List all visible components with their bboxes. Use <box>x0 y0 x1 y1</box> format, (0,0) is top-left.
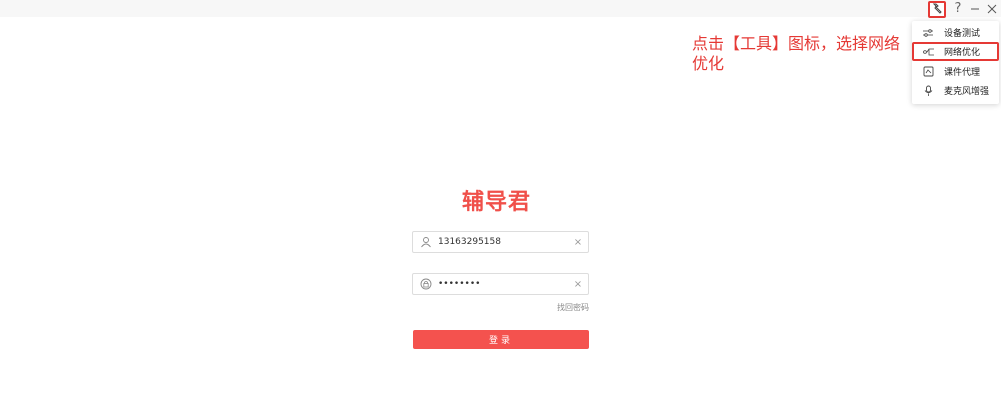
clear-username-button[interactable]: × <box>572 237 584 248</box>
menu-item-label: 麦克风增强 <box>944 87 990 97</box>
sliders-icon <box>921 26 935 40</box>
clear-password-button[interactable]: × <box>572 279 584 290</box>
menu-item-device-test[interactable]: 设备测试 <box>912 23 999 42</box>
close-button[interactable] <box>984 0 1000 17</box>
lock-icon <box>419 277 433 291</box>
title-bar <box>0 0 1001 17</box>
close-icon <box>987 0 997 18</box>
help-button[interactable]: ? <box>950 0 966 17</box>
menu-item-label: 网络优化 <box>944 48 981 58</box>
menu-item-network-optimize[interactable]: 网络优化 <box>912 42 999 61</box>
username-input[interactable] <box>438 233 572 251</box>
menu-item-label: 课件代理 <box>944 68 981 78</box>
login-button[interactable]: 登录 <box>413 330 589 349</box>
forgot-password-link[interactable]: 找回密码 <box>540 302 589 313</box>
tools-menu: 设备测试 网络优化 课件代理 麦克风增强 <box>912 21 999 104</box>
network-icon <box>921 45 935 59</box>
username-field[interactable]: × <box>412 231 589 253</box>
password-input[interactable] <box>438 275 572 293</box>
courseware-icon <box>921 65 935 79</box>
user-icon <box>419 235 433 249</box>
password-field[interactable]: × <box>412 273 589 295</box>
minimize-button[interactable] <box>967 0 983 17</box>
brand-logo: 辅导君 <box>462 190 532 215</box>
wrench-icon <box>931 0 943 19</box>
menu-item-label: 设备测试 <box>944 29 981 39</box>
menu-item-courseware-proxy[interactable]: 课件代理 <box>912 62 999 81</box>
instruction-annotation: 点击【工具】图标，选择网络优化 <box>692 34 901 73</box>
tools-button[interactable] <box>928 1 946 18</box>
minimize-icon <box>970 0 980 18</box>
microphone-icon <box>921 84 935 98</box>
menu-item-mic-boost[interactable]: 麦克风增强 <box>912 81 999 100</box>
